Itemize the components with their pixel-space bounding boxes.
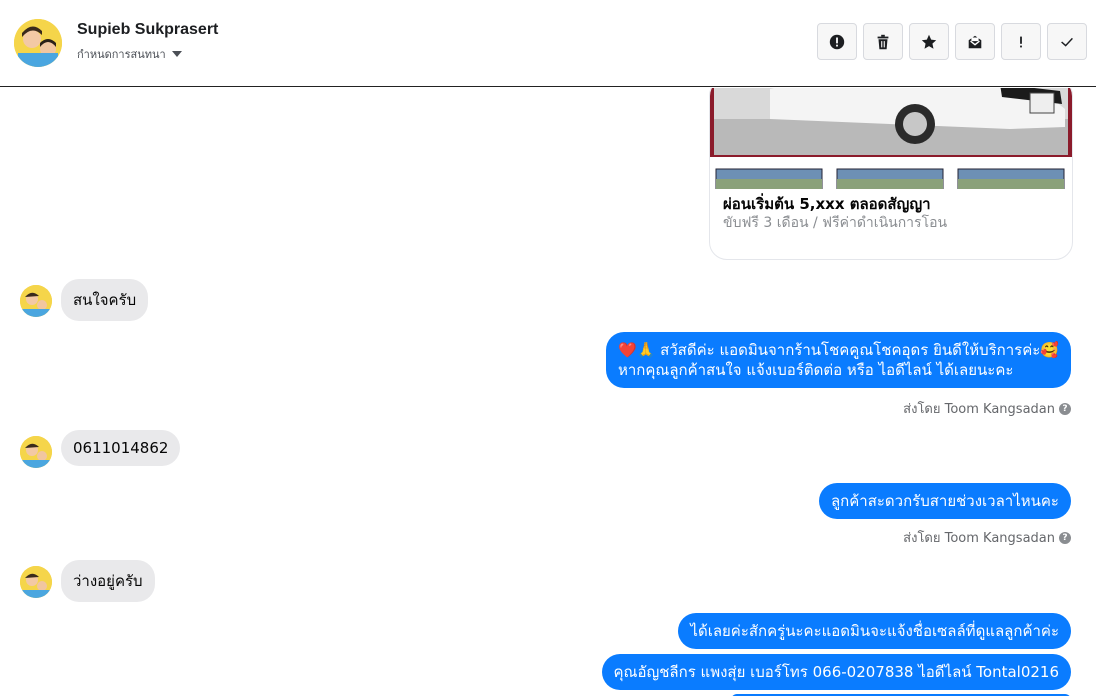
sender-avatar xyxy=(20,566,52,598)
outgoing-message[interactable]: คุณอัญชลีกร แพงสุ่ย เบอร์โทร 066-0207838… xyxy=(601,654,1071,690)
sent-by-text: ส่งโดย Toom Kangsadan xyxy=(903,531,1055,546)
delete-button[interactable] xyxy=(863,23,903,60)
outgoing-message[interactable]: ได้เลยค่ะสักครู่นะคะแอดมินจะแจ้งชื่อเซลล… xyxy=(678,613,1071,649)
conversation-header: Supieb Sukprasert กำหนดการสนทนา xyxy=(0,0,1096,87)
message-line: หากคุณลูกค้าสนใจ แจ้งเบอร์ติดต่อ หรือ ไอ… xyxy=(617,361,1014,379)
star-button[interactable] xyxy=(909,23,949,60)
trash-icon xyxy=(877,34,889,49)
message-line: ❤️🙏 สวัสดีค่ะ แอดมินจากร้านโชคคูณโชคอุดร… xyxy=(617,341,1059,359)
sent-by-label: ส่งโดย Toom Kangsadan ? xyxy=(903,527,1071,548)
incoming-message[interactable]: ว่างอยู่ครับ xyxy=(61,560,155,602)
mail-icon xyxy=(968,35,982,48)
check-icon xyxy=(1061,37,1073,47)
outgoing-message[interactable]: ลูกค้าสะดวกรับสายช่วงเวลาไหนคะ xyxy=(818,483,1071,519)
conversation-label-dropdown[interactable]: กำหนดการสนทนา xyxy=(77,45,182,63)
follow-up-button[interactable] xyxy=(1001,23,1041,60)
outgoing-message[interactable]: ❤️🙏 สวัสดีค่ะ แอดมินจากร้านโชคคูณโชคอุดร… xyxy=(605,332,1071,388)
sent-by-text: ส่งโดย Toom Kangsadan xyxy=(903,402,1055,417)
incoming-message[interactable]: สนใจครับ xyxy=(61,279,149,321)
conversation-toolbar xyxy=(817,23,1087,60)
exclamation-icon xyxy=(1020,36,1022,47)
contact-avatar[interactable] xyxy=(14,19,62,67)
contact-name[interactable]: Supieb Sukprasert xyxy=(77,21,218,39)
caret-down-icon xyxy=(171,51,182,57)
car-image xyxy=(710,88,1072,189)
sender-avatar xyxy=(20,285,52,317)
mark-unread-button[interactable] xyxy=(955,23,995,60)
mark-done-button[interactable] xyxy=(1047,23,1087,60)
sender-avatar xyxy=(20,436,52,468)
sent-by-label: ส่งโดย Toom Kangsadan ? xyxy=(903,398,1071,419)
message-thread[interactable]: ผ่อนเริ่มต้น 5,xxx ตลอดสัญญา ขับฟรี 3 เด… xyxy=(0,88,1096,696)
alert-icon xyxy=(829,34,845,49)
star-icon xyxy=(921,34,937,49)
ad-card[interactable]: ผ่อนเริ่มต้น 5,xxx ตลอดสัญญา ขับฟรี 3 เด… xyxy=(709,88,1073,260)
help-icon[interactable]: ? xyxy=(1059,402,1071,415)
conversation-label-text: กำหนดการสนทนา xyxy=(77,48,166,61)
incoming-message[interactable]: 0611014862 xyxy=(61,430,181,466)
mark-spam-button[interactable] xyxy=(817,23,857,60)
card-subtitle: ขับฟรี 3 เดือน / ฟรีค่าดำเนินการโอน xyxy=(723,215,948,231)
help-icon[interactable]: ? xyxy=(1059,531,1071,544)
